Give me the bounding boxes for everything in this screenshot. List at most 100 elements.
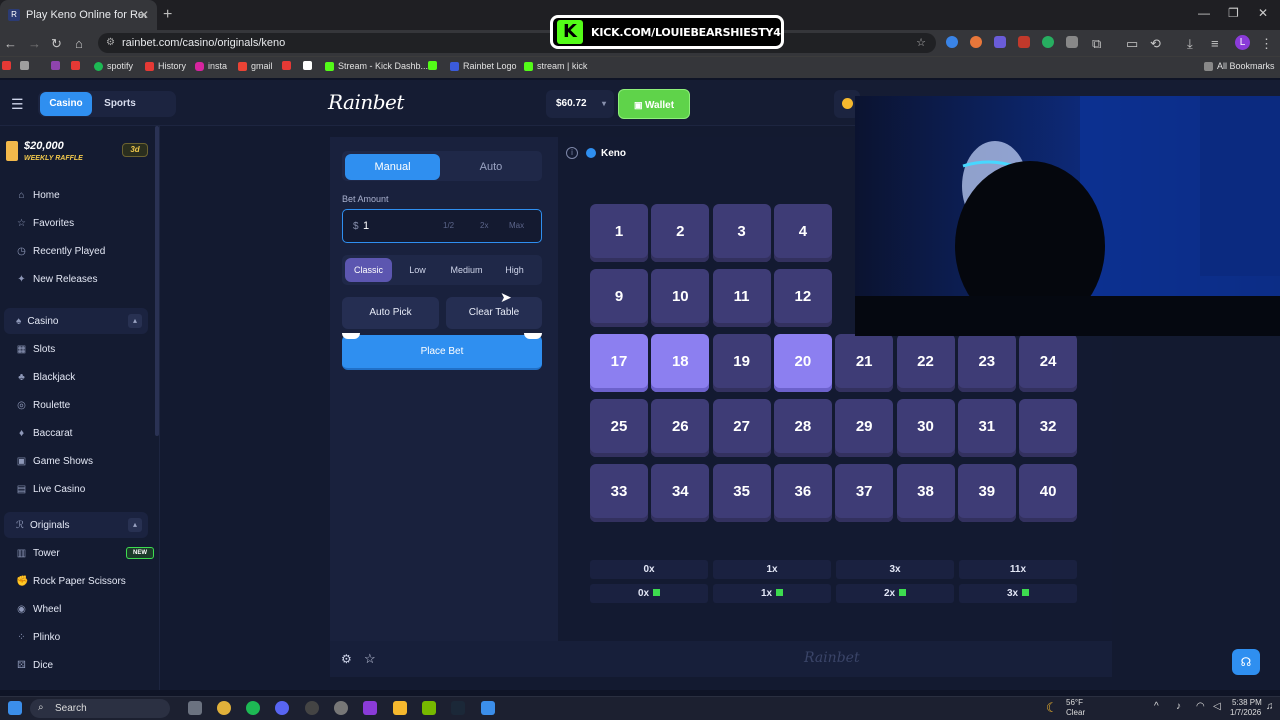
extension-green-icon[interactable] — [1042, 36, 1054, 48]
keno-tile[interactable]: 4 — [773, 204, 832, 262]
bookmark-stream-kick[interactable]: stream | kick — [524, 61, 587, 71]
bookmark-gmail[interactable]: gmail — [238, 61, 273, 71]
tab-search-icon[interactable]: ≡ — [1211, 36, 1219, 51]
back-icon[interactable]: ← — [4, 36, 17, 51]
game-app-icon[interactable] — [363, 701, 377, 715]
extension-twitch-icon[interactable] — [994, 36, 1006, 48]
keno-tile[interactable]: 9 — [590, 269, 648, 327]
task-view-icon[interactable] — [188, 701, 202, 715]
extensions-puzzle-icon[interactable]: ⧉ — [1092, 36, 1101, 52]
auto-pick-button[interactable]: Auto Pick — [342, 297, 439, 329]
translate-icon[interactable]: ⟲ — [1150, 36, 1161, 52]
sidebar-item-blackjack[interactable]: ♣ Blackjack — [16, 372, 75, 383]
sidebar-item-game-shows[interactable]: ▣ Game Shows — [16, 456, 93, 467]
bookmark-youtube-icon[interactable] — [71, 61, 80, 70]
cast-icon[interactable]: ▭ — [1126, 36, 1138, 52]
tray-chevron-icon[interactable]: ^ — [1154, 701, 1159, 712]
bookmark-purple-icon[interactable] — [51, 61, 60, 70]
windows-start-icon[interactable] — [8, 701, 22, 715]
taskbar-search[interactable]: ⌕ Search — [30, 699, 170, 718]
maximize-icon[interactable]: ❐ — [1228, 6, 1239, 20]
keno-tile[interactable]: 26 — [651, 399, 710, 457]
sidebar-item-new-releases[interactable]: ✦ New Releases — [16, 274, 97, 285]
browser-menu-icon[interactable]: ⋮ — [1260, 36, 1273, 52]
sidebar-item-favorites[interactable]: ☆ Favorites — [16, 218, 74, 229]
keno-tile[interactable]: 35 — [712, 464, 771, 522]
keno-tile[interactable]: 39 — [957, 464, 1016, 522]
settings-gear-icon[interactable]: ⚙ — [341, 652, 352, 666]
keno-tile[interactable]: 2 — [651, 204, 710, 262]
bookmark-spotify[interactable]: spotify — [94, 61, 133, 71]
keno-tile[interactable]: 37 — [835, 464, 894, 522]
sidebar-item-plinko[interactable]: ⁘ Plinko — [16, 632, 60, 643]
favorite-star-icon[interactable]: ☆ — [364, 651, 376, 667]
extension-badge-icon[interactable] — [1018, 36, 1030, 48]
double-bet-button[interactable]: 2x — [480, 221, 488, 230]
chrome-icon[interactable] — [217, 701, 231, 715]
extension-fox-icon[interactable] — [970, 36, 982, 48]
keno-tile[interactable]: 30 — [896, 399, 955, 457]
keno-tile[interactable]: 28 — [773, 399, 832, 457]
balance-selector[interactable]: $60.72 ▾ — [546, 90, 614, 118]
rainbet-logo[interactable]: Rainbet — [328, 90, 404, 114]
close-window-icon[interactable]: ✕ — [1258, 6, 1268, 20]
notification-icon[interactable]: ♫ — [1266, 701, 1274, 712]
keno-tile[interactable]: 32 — [1019, 399, 1078, 457]
keno-tile[interactable]: 40 — [1019, 464, 1078, 522]
keno-tile[interactable]: 34 — [651, 464, 710, 522]
keno-tile[interactable]: 36 — [773, 464, 832, 522]
keno-tile[interactable]: 27 — [712, 399, 771, 457]
sidebar-item-dice[interactable]: ⚄ Dice — [16, 660, 53, 671]
manual-tab[interactable]: Manual — [345, 154, 440, 180]
keno-tile[interactable]: 33 — [590, 464, 648, 522]
spotify-taskbar-icon[interactable] — [246, 701, 260, 715]
keno-tile[interactable]: 10 — [651, 269, 710, 327]
url-field[interactable]: ⚙ rainbet.com/casino/originals/keno ☆ — [98, 33, 936, 53]
new-tab-icon[interactable]: + — [163, 6, 172, 24]
volume-icon[interactable]: ◁ — [1213, 701, 1221, 712]
profile-avatar[interactable]: L — [1235, 35, 1250, 50]
keno-tile[interactable]: 24 — [1019, 334, 1078, 392]
all-bookmarks[interactable]: All Bookmarks — [1204, 61, 1275, 71]
bookmark-x-icon[interactable] — [303, 61, 312, 70]
bookmark-red-icon[interactable] — [2, 61, 11, 70]
obs-icon[interactable] — [305, 701, 319, 715]
keno-tile[interactable]: 23 — [957, 334, 1016, 392]
keno-tile[interactable]: 20 — [773, 334, 832, 392]
discord-icon[interactable] — [275, 701, 289, 715]
sports-tab[interactable]: Sports — [97, 92, 143, 116]
casino-tab[interactable]: Casino — [40, 92, 92, 116]
risk-low-button[interactable]: Low — [394, 258, 441, 282]
keno-tile[interactable]: 3 — [712, 204, 771, 262]
keno-tile[interactable]: 19 — [712, 334, 771, 392]
risk-classic-button[interactable]: Classic — [345, 258, 392, 282]
wallet-button[interactable]: ▣ Wallet — [618, 89, 690, 119]
extension-shield-icon[interactable] — [946, 36, 958, 48]
settings-taskbar-icon[interactable] — [334, 701, 348, 715]
half-bet-button[interactable]: 1/2 — [443, 221, 454, 230]
chevron-up-icon[interactable]: ▴ — [128, 518, 142, 532]
extension-gray-icon[interactable] — [1066, 36, 1078, 48]
keno-tile[interactable]: 21 — [835, 334, 894, 392]
keno-tile[interactable]: 22 — [896, 334, 955, 392]
microphone-icon[interactable]: ♪ — [1176, 701, 1181, 712]
steam-icon[interactable] — [451, 701, 465, 715]
bookmark-star-icon[interactable]: ☆ — [916, 33, 926, 53]
sidebar-section-originals[interactable]: ℛ Originals ▴ — [4, 512, 148, 538]
close-tab-icon[interactable]: ✕ — [139, 8, 149, 22]
bookmark-insta[interactable]: insta — [195, 61, 227, 71]
apps-grid-icon[interactable] — [20, 61, 29, 70]
keno-tile[interactable]: 17 — [590, 334, 648, 392]
bookmark-rainbet-logo[interactable]: Rainbet Logo — [450, 61, 517, 71]
keno-tile[interactable]: 25 — [590, 399, 648, 457]
auto-tab[interactable]: Auto — [444, 154, 538, 180]
minimize-icon[interactable]: — — [1198, 6, 1210, 20]
bookmark-youtube2-icon[interactable] — [282, 61, 291, 70]
max-bet-button[interactable]: Max — [509, 221, 524, 230]
place-bet-button[interactable]: Place Bet — [342, 335, 542, 370]
bookmark-kick-dashboard[interactable]: Stream - Kick Dashb... — [325, 61, 428, 71]
home-icon[interactable]: ⌂ — [75, 36, 83, 51]
keno-tile[interactable]: 38 — [896, 464, 955, 522]
sidebar-section-casino[interactable]: ♠ Casino ▴ — [4, 308, 148, 334]
sidebar-item-rock-paper-scissors[interactable]: ✊ Rock Paper Scissors — [16, 576, 126, 587]
